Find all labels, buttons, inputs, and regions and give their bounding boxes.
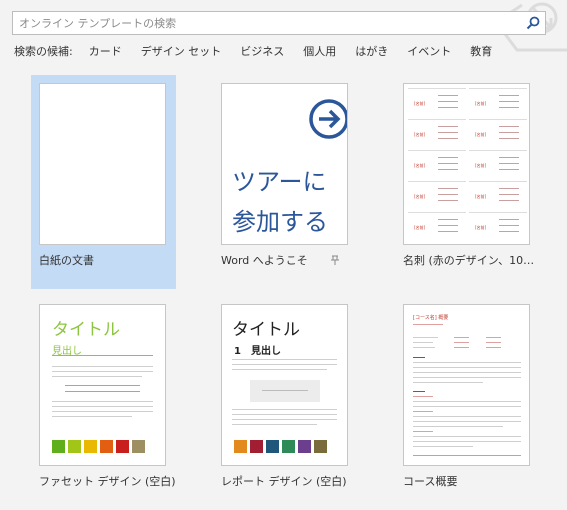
thumb-line-2: 参加する xyxy=(232,208,328,236)
business-card-preview: [名前] xyxy=(408,150,466,180)
business-card-preview: [名前] xyxy=(469,150,527,180)
card-name-tag: [名前] xyxy=(414,163,426,168)
business-card-preview: [名前] xyxy=(469,181,527,211)
search-icon[interactable] xyxy=(525,15,541,31)
suggestion-business[interactable]: ビジネス xyxy=(240,43,284,59)
template-caption: Word へようこそ xyxy=(221,254,308,267)
template-thumbnail: タイトル 見出し xyxy=(39,304,166,466)
template-course-outline[interactable]: [コース名] 概要 コース概要 xyxy=(395,296,540,510)
template-thumbnail: [コース名] 概要 xyxy=(403,304,530,466)
suggested-searches: 検索の候補: カード デザイン セット ビジネス 個人用 はがき イベント 教育 xyxy=(14,43,511,59)
template-business-cards[interactable]: [名前] [名前] [名前] [名前] [名前] [名前] [名前] [名前] [名前] [名前]… xyxy=(395,75,540,289)
template-thumbnail: [名前] [名前] [名前] [名前] [名前] [名前] [名前] [名前] [名前] [名前] xyxy=(403,83,530,245)
card-name-tag: [名前] xyxy=(475,225,487,230)
suggested-searches-label: 検索の候補: xyxy=(14,45,73,58)
card-name-tag: [名前] xyxy=(414,101,426,106)
color-swatches xyxy=(52,440,148,453)
suggestion-personal[interactable]: 個人用 xyxy=(303,43,336,59)
card-name-tag: [名前] xyxy=(475,194,487,199)
business-card-preview: [名前] xyxy=(408,119,466,149)
suggestion-design-sets[interactable]: デザイン セット xyxy=(141,43,222,59)
business-card-preview: [名前] xyxy=(408,212,466,242)
template-thumbnail xyxy=(39,83,166,245)
search-box[interactable] xyxy=(12,11,546,35)
template-caption: ファセット デザイン (空白) xyxy=(39,475,176,488)
thumb-heading: 1 見出し xyxy=(234,346,281,357)
business-card-preview: [名前] xyxy=(469,212,527,242)
template-welcome-to-word[interactable]: ツアーに 参加する Word へようこそ xyxy=(213,75,358,289)
pin-icon[interactable] xyxy=(331,255,339,265)
template-caption: コース概要 xyxy=(403,475,458,488)
template-caption: 名刺 (赤のデザイン、10… xyxy=(403,254,535,267)
card-name-tag: [名前] xyxy=(475,101,487,106)
thumb-title: タイトル xyxy=(52,320,120,340)
business-card-preview: [名前] xyxy=(469,119,527,149)
template-thumbnail: タイトル 1 見出し xyxy=(221,304,348,466)
template-report-design[interactable]: タイトル 1 見出し レポート デザイン (空白) xyxy=(213,296,358,510)
card-name-tag: [名前] xyxy=(475,163,487,168)
template-thumbnail: ツアーに 参加する xyxy=(221,83,348,245)
suggestion-events[interactable]: イベント xyxy=(407,43,451,59)
suggestion-postcards[interactable]: はがき xyxy=(355,43,388,59)
template-caption: レポート デザイン (空白) xyxy=(221,475,347,488)
template-blank-document[interactable]: 白紙の文書 xyxy=(31,75,176,289)
card-name-tag: [名前] xyxy=(475,132,487,137)
thumb-title: [コース名] 概要 xyxy=(413,315,449,321)
business-card-preview: [名前] xyxy=(408,88,466,118)
arrow-circle-icon xyxy=(309,99,347,139)
thumb-title: タイトル xyxy=(232,320,300,340)
card-name-tag: [名前] xyxy=(414,225,426,230)
suggestion-cards[interactable]: カード xyxy=(89,43,122,59)
color-swatches xyxy=(234,440,330,453)
template-caption: 白紙の文書 xyxy=(39,254,94,267)
search-input[interactable] xyxy=(13,12,519,35)
suggestion-education[interactable]: 教育 xyxy=(470,43,492,59)
thumb-line-1: ツアーに xyxy=(232,168,327,196)
business-card-preview: [名前] xyxy=(469,88,527,118)
card-name-tag: [名前] xyxy=(414,194,426,199)
business-card-preview: [名前] xyxy=(408,181,466,211)
template-facet-design[interactable]: タイトル 見出し ファセット デザイン (空白) xyxy=(31,296,176,510)
card-name-tag: [名前] xyxy=(414,132,426,137)
